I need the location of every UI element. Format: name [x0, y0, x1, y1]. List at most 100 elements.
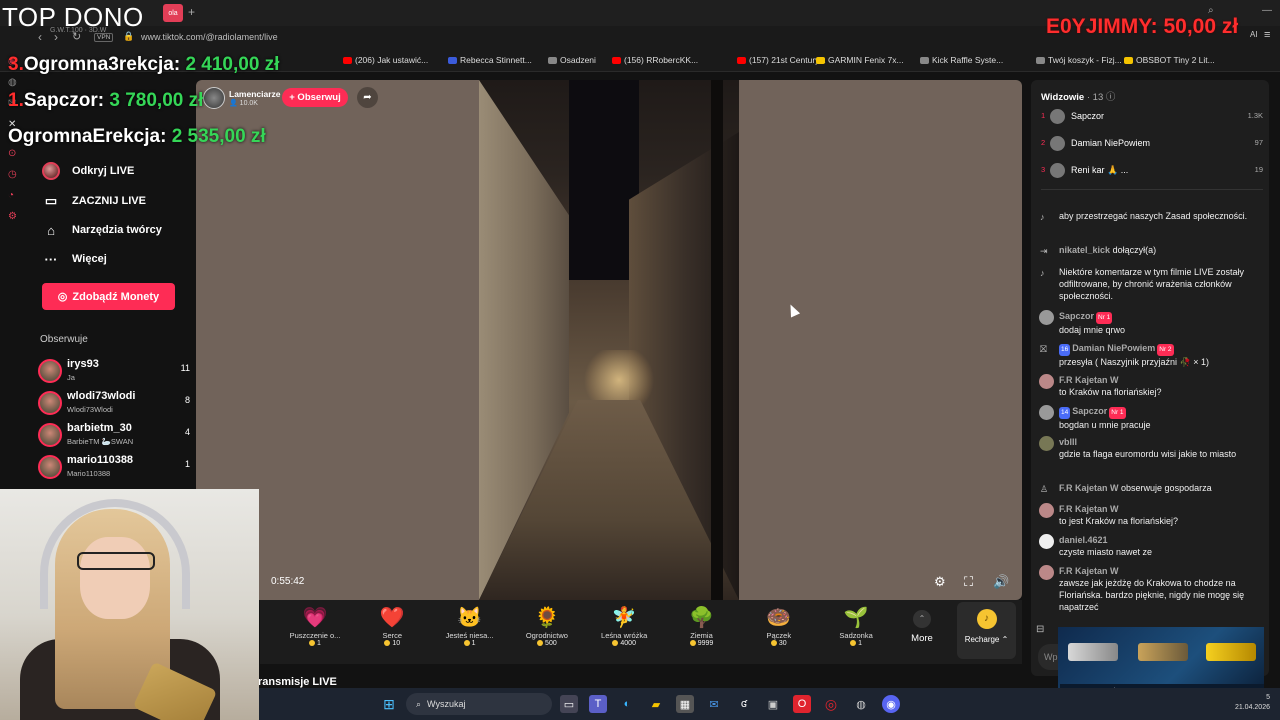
chat-username[interactable]: F.R Kajetan W — [1059, 566, 1119, 576]
donor-rank-line: 3.Ogromna3rekcja: 2 410,00 zł — [8, 54, 279, 76]
chat-username[interactable]: F.R Kajetan W — [1059, 375, 1119, 385]
chat-username[interactable]: daniel.4621 — [1059, 535, 1108, 545]
avatar[interactable] — [38, 423, 62, 447]
gift-item[interactable]: 🧚 Leśna wróżka 4000 — [589, 605, 659, 647]
chat-username[interactable]: vblll — [1059, 437, 1077, 447]
nav-item-4[interactable]: ··· Więcej — [42, 250, 107, 268]
streamer-avatar[interactable] — [203, 87, 225, 109]
following-row[interactable]: barbietm_30 BarbieTM 🦢SWAN 4 — [38, 421, 190, 449]
obs-icon[interactable]: ◍ — [852, 695, 870, 713]
task-view-icon[interactable]: ▭ — [560, 695, 578, 713]
side-icon-2[interactable]: ◍ — [8, 77, 22, 88]
volume-icon[interactable]: 🔊 — [993, 574, 1009, 590]
bookmark-item[interactable]: Kick Raffle Syste... — [920, 55, 1003, 65]
teams-icon[interactable]: T — [589, 695, 607, 713]
gift-item[interactable]: 🍩 Pączek 30 — [744, 605, 814, 647]
url-text[interactable]: www.tiktok.com/@radiolament/live — [141, 32, 278, 42]
settings-icon[interactable]: ⚙ — [8, 211, 22, 222]
following-row[interactable]: irys93 Ja 11 — [38, 357, 190, 385]
chat-text: czyste miasto nawet ze — [1059, 547, 1153, 557]
explorer-icon[interactable]: ▰ — [647, 695, 665, 713]
avatar[interactable] — [38, 359, 62, 383]
streamer-chip[interactable]: Lamenciarze 👤 10.0K — [203, 87, 281, 109]
avatar[interactable] — [1050, 136, 1065, 151]
follow-button[interactable]: + Obserwuj — [282, 88, 348, 107]
bookmark-item[interactable]: OBSBOT Tiny 2 Lit... — [1124, 55, 1215, 65]
opera-gx-icon[interactable]: ◎ — [822, 695, 840, 713]
nav-item-1[interactable]: Odkryj LIVE — [42, 162, 134, 180]
browser-tab[interactable]: ola — [163, 4, 183, 22]
taskbar-search[interactable]: ⌕ Wyszukaj — [406, 693, 552, 715]
gift-item[interactable]: 🌳 Ziemia 9999 — [667, 605, 737, 647]
gift-icon: 🌻 — [534, 607, 560, 629]
new-tab-icon[interactable]: + — [188, 5, 195, 19]
avatar[interactable] — [38, 455, 62, 479]
avatar[interactable] — [1039, 310, 1054, 325]
avatar[interactable] — [1039, 503, 1054, 518]
avatar[interactable] — [1039, 436, 1054, 451]
chat-input-icon[interactable]: ⊟ — [1036, 624, 1044, 635]
minimize-icon[interactable]: — — [1262, 5, 1272, 16]
chat-username[interactable]: F.R Kajetan W — [1059, 504, 1119, 514]
recharge-button[interactable]: ♪ Recharge ⌃ — [957, 602, 1016, 659]
side-icon-5[interactable]: ⊙ — [8, 148, 22, 159]
live-section-title: ransmisje LIVE — [258, 676, 337, 688]
bookmark-item[interactable]: Osadzeni — [548, 55, 596, 65]
store-icon[interactable]: ▦ — [676, 695, 694, 713]
share-icon[interactable]: ➦ — [357, 87, 378, 108]
get-coins-button[interactable]: ◎ Zdobądź Monety — [42, 283, 175, 310]
opera-icon[interactable]: O — [793, 695, 811, 713]
gift-item[interactable]: 🌱 Sadzonka 1 — [821, 605, 891, 647]
top-viewer-row[interactable]: 2 Damian NiePowiem 97 — [1041, 135, 1263, 153]
chat-username[interactable]: Sapczor — [1072, 406, 1107, 416]
taskbar-date: 21.04.2026 — [1234, 704, 1270, 711]
live-video[interactable] — [479, 80, 739, 600]
bookmark-favicon-icon — [920, 56, 929, 64]
mail-icon[interactable]: ✉ — [705, 695, 723, 713]
bookmark-item[interactable]: (156) RRobercKK... — [612, 55, 698, 65]
avatar[interactable] — [1050, 109, 1065, 124]
bookmark-item[interactable]: Twój koszyk - Fizj... — [1036, 55, 1122, 65]
top-viewer-row[interactable]: 3 Reni kar 🙏 ... 19 — [1041, 162, 1263, 180]
following-row[interactable]: mario110388 Mario110388 1 — [38, 453, 190, 481]
bookmark-item[interactable]: Rebecca Stinnett... — [448, 55, 532, 65]
side-icon-6[interactable]: ◷ — [8, 169, 22, 180]
more-gifts-button[interactable]: ⌃ More — [898, 610, 946, 644]
chat-username[interactable]: F.R Kajetan W — [1059, 483, 1119, 493]
chat-username[interactable]: Damian NiePowiem — [1072, 343, 1155, 353]
avatar[interactable] — [1050, 163, 1065, 178]
app-icon[interactable]: ʛ — [735, 695, 753, 713]
avatar[interactable] — [1039, 405, 1054, 420]
chat-username[interactable]: nikatel_kick — [1059, 245, 1110, 255]
windows-start-icon[interactable]: ⊞ — [380, 695, 398, 713]
fullscreen-icon[interactable]: ⛶ — [964, 574, 973, 590]
avatar[interactable] — [38, 391, 62, 415]
ai-icon[interactable]: AI — [1250, 30, 1258, 39]
taskbar-search-label: Wyszukaj — [427, 699, 466, 709]
gift-item[interactable]: 🌻 Ogrodnictwo 500 — [512, 605, 582, 647]
bookmark-item[interactable]: (157) 21st Century... — [737, 55, 826, 65]
gift-price: 1 — [821, 640, 891, 647]
menu-icon[interactable]: ≡ — [1264, 29, 1270, 41]
chat-username[interactable]: Sapczor — [1059, 311, 1094, 321]
bookmark-item[interactable]: (206) Jak ustawić... — [343, 55, 428, 65]
top-viewer-row[interactable]: 1 Sapczor 1.3K — [1041, 108, 1263, 126]
following-row[interactable]: wlodi73wlodi Wlodi73Wlodi 8 — [38, 389, 190, 417]
nav-item-3[interactable]: ⌂ Narzędzia twórcy — [42, 221, 162, 239]
gift-item[interactable]: 💗 Puszczenie o... 1 — [280, 605, 350, 647]
nav-item-2[interactable]: ▭ ZACZNIJ LIVE — [42, 192, 146, 210]
gift-item[interactable]: ❤️ Serce 10 — [357, 605, 427, 647]
avatar[interactable] — [1039, 565, 1054, 580]
avatar[interactable] — [1039, 374, 1054, 389]
window-icon[interactable]: ▣ — [764, 695, 782, 713]
discord-icon[interactable]: ◉ — [882, 695, 900, 713]
edge-icon[interactable]: ◐ — [618, 695, 636, 713]
vpn-badge[interactable]: VPN — [94, 33, 114, 42]
side-icon-7[interactable]: ◔ — [8, 190, 22, 201]
avatar[interactable] — [1039, 534, 1054, 549]
info-icon[interactable]: ⓘ — [1106, 92, 1116, 103]
gift-item[interactable]: 🐱 Jesteś niesa... 1 — [435, 605, 505, 647]
bookmark-item[interactable]: GARMIN Fenix 7x... — [816, 55, 904, 65]
viewer-name: Damian NiePowiem — [1071, 138, 1151, 148]
settings-icon[interactable]: ⚙ — [934, 574, 946, 590]
